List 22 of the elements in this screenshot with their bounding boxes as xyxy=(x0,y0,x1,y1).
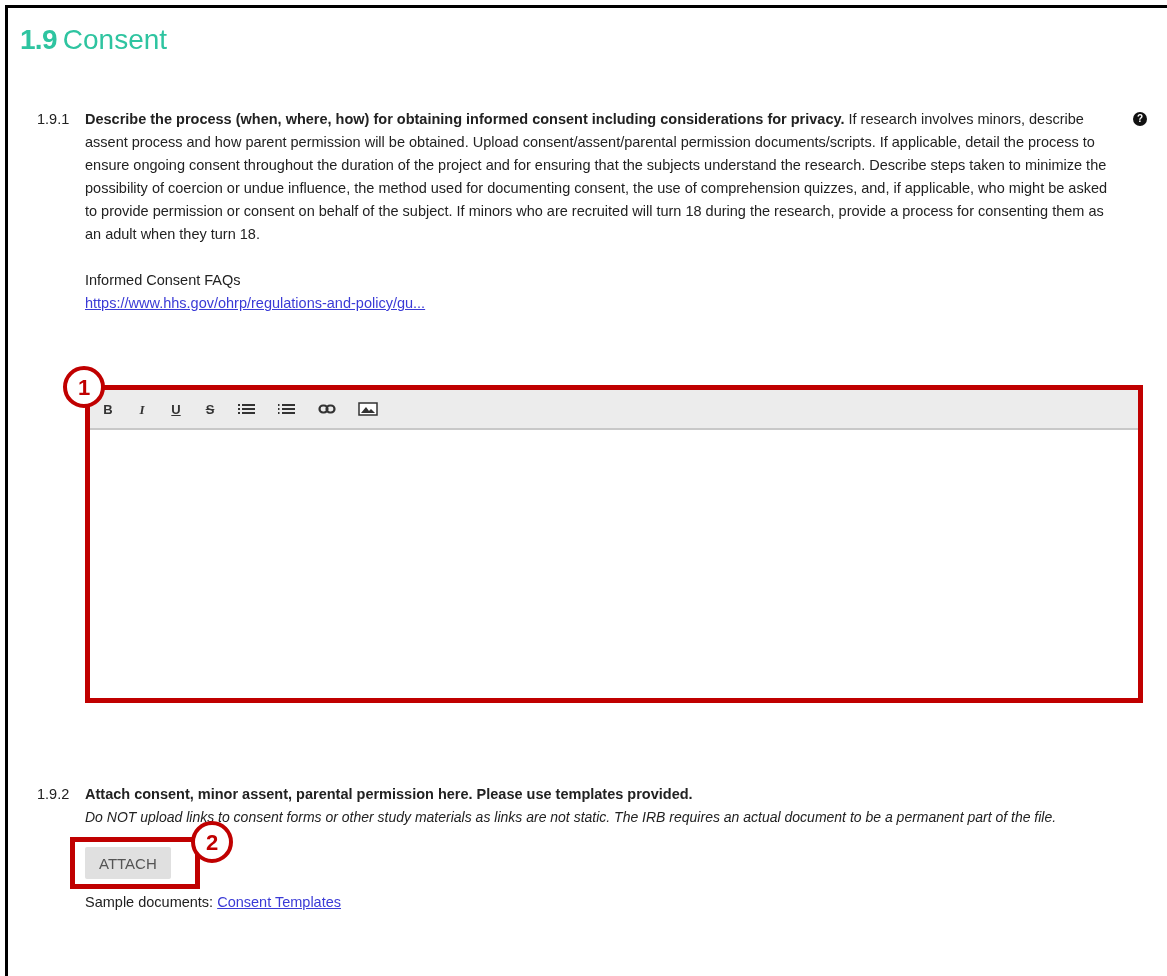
bold-button[interactable]: B xyxy=(102,397,114,421)
question-text: Describe the process (when, where, how) for obtaining informed consent including considerations for privacy. If research involves minors, describe assent process and how parent permission will be obtained. Upload consent/assent/parental permission documents/scripts. If applicable, detail the process to ensure ongoing consent throughout the duration of the project and for ensuring that the subjects understand the research. Describe steps taken to minimize the possibility of coercion or undue influence, the method used for documenting consent, the use of comprehension quizzes, and, if applicable, who might be asked to provide permission or consent on behalf of the subject. If minors who are recruited will turn 18 during the research, provide a process for consenting them as an adult when they turn 18. xyxy=(85,110,1109,244)
link-label: Informed Consent FAQs xyxy=(85,271,242,290)
italic-button[interactable]: I xyxy=(136,397,148,421)
templates-link[interactable]: Consent Templates xyxy=(217,894,341,910)
sample-label: Sample documents: xyxy=(85,894,214,910)
section-title: Consent xyxy=(62,24,168,55)
strike-button[interactable]: S xyxy=(204,397,216,421)
bullet-list-icon[interactable] xyxy=(238,404,255,414)
question-number: 1.9.1 xyxy=(36,110,71,129)
numbered-list-icon[interactable] xyxy=(278,404,295,414)
callout-badge: 2 xyxy=(191,821,233,863)
attach-button[interactable]: ATTACH xyxy=(85,847,171,879)
link-icon[interactable] xyxy=(318,404,336,414)
callout-badge: 1 xyxy=(63,366,105,408)
help-icon[interactable]: ? xyxy=(1133,112,1147,126)
faq-link[interactable]: https://www.hhs.gov/ohrp/regulations-and-policy/gu... xyxy=(85,295,426,311)
section-number: 1.9 xyxy=(20,24,57,55)
image-icon[interactable] xyxy=(358,402,378,416)
question-text: Attach consent, minor assent, parental permission here. Please use templates provided. xyxy=(85,785,694,804)
question-number: 1.9.2 xyxy=(36,785,71,804)
underline-button[interactable]: U xyxy=(170,397,182,421)
